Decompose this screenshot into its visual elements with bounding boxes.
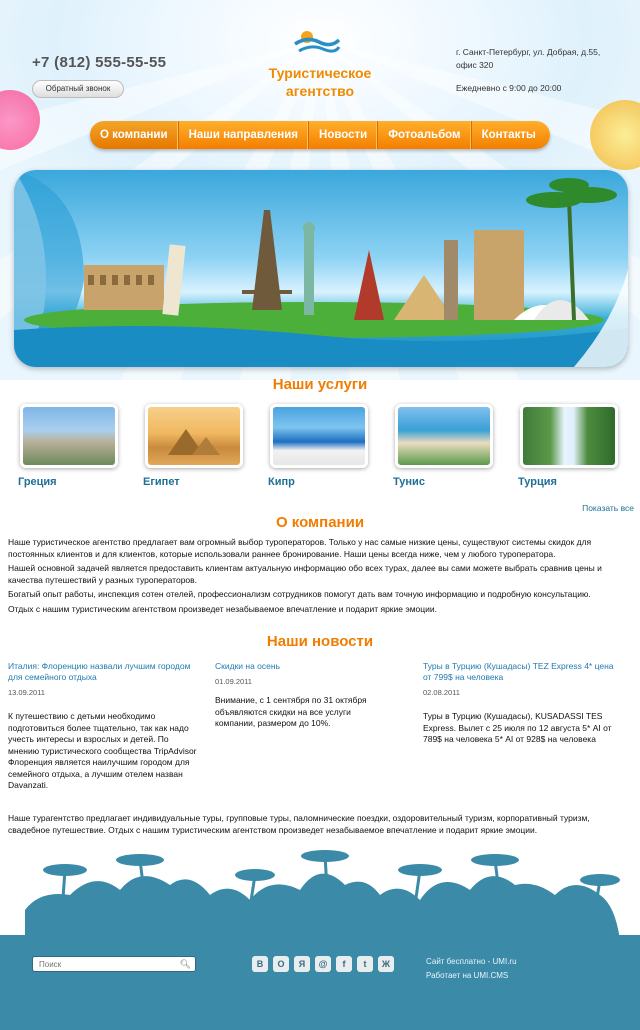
service-card-egypt[interactable]: Египет	[143, 404, 245, 488]
vk-icon[interactable]: В	[252, 956, 268, 972]
services-title: Наши услуги	[272, 376, 368, 393]
about-paragraph: Богатый опыт работы, инспекция сотен оте…	[8, 589, 591, 599]
service-label[interactable]: Греция	[18, 476, 57, 488]
address: г. Санкт-Петербург, ул. Добрая, д.55, оф…	[456, 47, 601, 70]
livejournal-icon[interactable]: Ж	[378, 956, 394, 972]
brand-line-1: Туристическое	[268, 65, 372, 81]
tunisia-image[interactable]	[395, 404, 493, 468]
news-date: 13.09.2011	[8, 688, 45, 697]
phone-number: +7 (812) 555-55-55	[32, 54, 167, 71]
greece-image[interactable]	[20, 404, 118, 468]
umi-ru-link[interactable]: Сайт бесплатно - UMI.ru	[426, 957, 517, 966]
egypt-image[interactable]	[145, 404, 243, 468]
turkey-image[interactable]	[520, 404, 618, 468]
about-paragraph: Отдых с нашим туристическим агентством п…	[8, 604, 437, 614]
news-item: Италия: Флоренцию назвали лучшим городом…	[8, 661, 198, 792]
search-input[interactable]	[33, 957, 173, 971]
news-item: Туры в Турцию (Кушадасы) TEZ Express 4* …	[423, 661, 623, 746]
about-paragraph: Нашей основной задачей является предоста…	[8, 563, 602, 585]
palm-silhouettes	[25, 850, 620, 940]
search-icon[interactable]: 🔍︎	[180, 959, 191, 970]
news-title-link[interactable]: Туры в Турцию (Кушадасы) TEZ Express 4* …	[423, 661, 623, 683]
nav-contacts[interactable]: Контакты	[472, 121, 546, 149]
brand-line-2: агентство	[285, 83, 355, 99]
news-title: Наши новости	[266, 633, 374, 650]
nav-photo-album[interactable]: Фотоальбом	[378, 121, 472, 149]
nav-about[interactable]: О компании	[90, 121, 179, 149]
mail-ru-icon[interactable]: @	[315, 956, 331, 972]
service-label[interactable]: Египет	[143, 476, 180, 488]
odnoklassniki-icon[interactable]: О	[273, 956, 289, 972]
service-label[interactable]: Турция	[518, 476, 557, 488]
nav-news[interactable]: Новости	[309, 121, 379, 149]
service-label[interactable]: Тунис	[393, 476, 425, 488]
facebook-icon[interactable]: f	[336, 956, 352, 972]
callback-button[interactable]: Обратный звонок	[32, 80, 124, 98]
brand-title[interactable]: Туристическое агентство	[250, 64, 390, 100]
service-card-greece[interactable]: Греция	[18, 404, 120, 488]
news-body: Туры в Турцию (Кушадасы), KUSADASSI TES …	[423, 711, 612, 744]
news-item: Скидки на осень 01.09.2011 Внимание, с 1…	[215, 661, 385, 730]
search-box: 🔍︎	[32, 956, 196, 972]
about-paragraph: Наше туристическое агентство предлагает …	[8, 537, 592, 559]
logo-icon	[294, 31, 341, 53]
news-body: К путешествию с детьми необходимо подгот…	[8, 711, 197, 790]
bottom-text: Наше турагентство предлагает индивидуаль…	[8, 813, 590, 835]
news-body: Внимание, с 1 сентября по 31 октября объ…	[215, 695, 367, 728]
service-label[interactable]: Кипр	[268, 476, 295, 488]
yandex-icon[interactable]: Я	[294, 956, 310, 972]
twitter-icon[interactable]: t	[357, 956, 373, 972]
news-date: 01.09.2011	[215, 677, 252, 686]
service-card-cyprus[interactable]: Кипр	[268, 404, 370, 488]
service-card-turkey[interactable]: Турция	[518, 404, 620, 488]
nav-directions[interactable]: Наши направления	[179, 121, 310, 149]
show-all-link[interactable]: Показать все	[582, 503, 634, 513]
umi-cms-link[interactable]: Работает на UMI.CMS	[426, 971, 508, 980]
hero-banner	[14, 170, 628, 367]
about-title: О компании	[275, 514, 365, 531]
service-card-tunisia[interactable]: Тунис	[393, 404, 495, 488]
news-title-link[interactable]: Скидки на осень	[215, 661, 385, 672]
pyramids-icon	[168, 429, 220, 455]
news-title-link[interactable]: Италия: Флоренцию назвали лучшим городом…	[8, 661, 198, 683]
social-icons: В О Я @ f t Ж	[252, 956, 394, 972]
main-nav: О компании Наши направления Новости Фото…	[90, 121, 550, 149]
landmarks-illustration	[14, 170, 628, 367]
footer	[0, 935, 640, 1030]
working-hours: Ежедневно с 9:00 до 20:00	[456, 83, 562, 93]
news-date: 02.08.2011	[423, 688, 460, 697]
cyprus-image[interactable]	[270, 404, 368, 468]
